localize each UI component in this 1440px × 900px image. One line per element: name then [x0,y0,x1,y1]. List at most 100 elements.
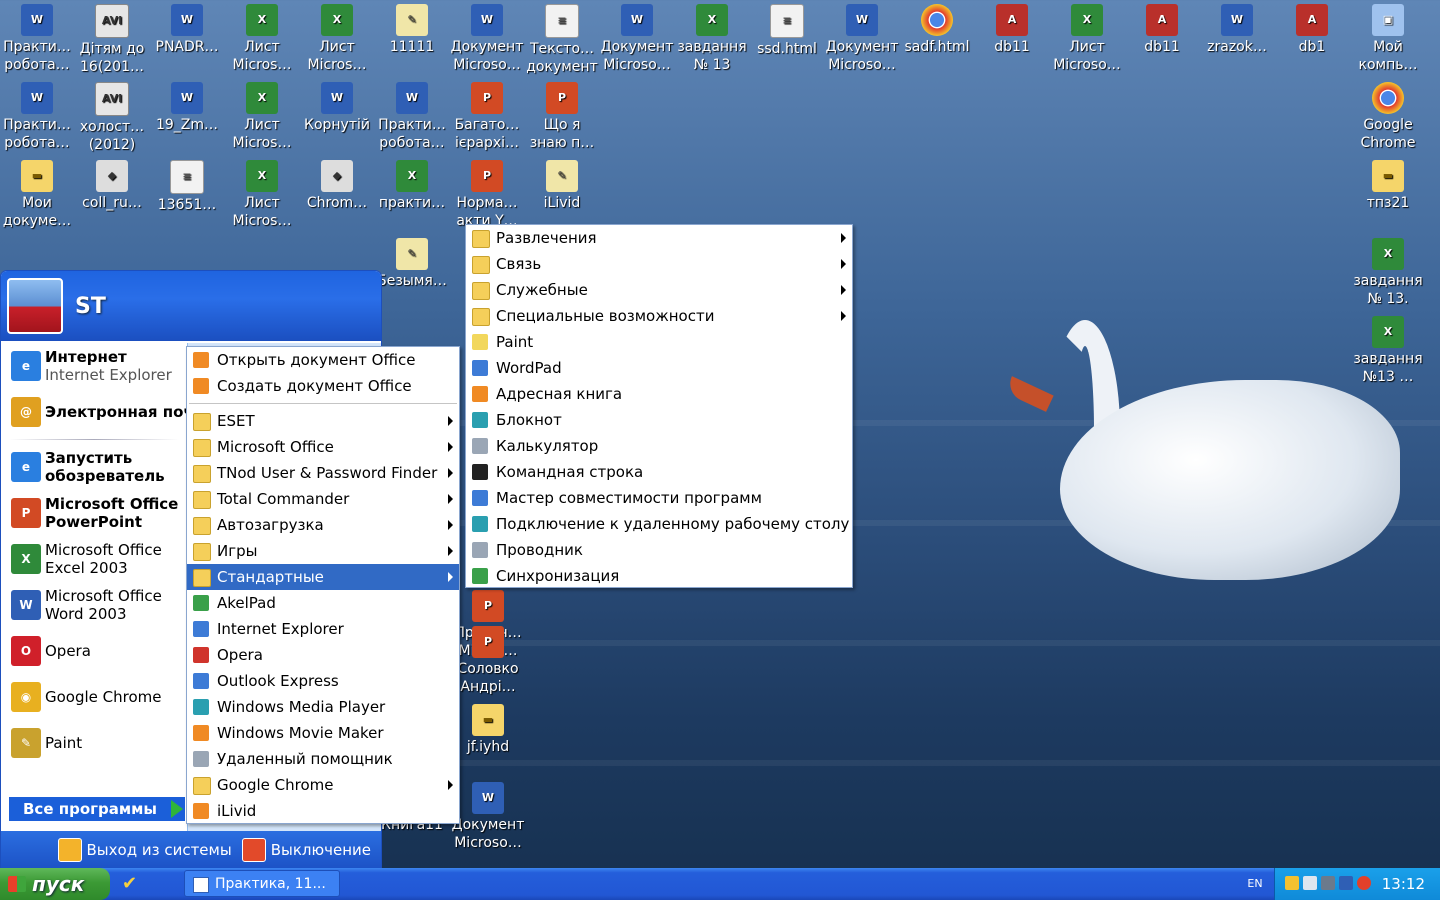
menu-item[interactable]: Блокнот [466,407,852,433]
desktop-icon[interactable]: ✎ 11111 [374,4,450,56]
desktop-icon[interactable]: P Норма… акти Y… [449,160,525,230]
menu-item[interactable]: Автозагрузка [187,512,459,538]
desktop-icon[interactable]: W Документ Microso… [824,4,900,74]
desktop-icon[interactable]: ▣ Мой компь… [1350,4,1426,74]
desktop-icon[interactable]: ✎ iLivid [524,160,600,212]
recent-program-item[interactable]: O Opera [1,628,187,674]
menu-item[interactable]: Командная строка [466,459,852,485]
desktop-icon[interactable]: ◆ Chrom… [299,160,375,212]
task-button-practice[interactable]: Практика, 11... [184,870,340,897]
alert-icon[interactable] [1357,876,1371,890]
all-programs-button[interactable]: Все программы [9,797,185,821]
menu-item[interactable]: Стандартные [187,564,459,590]
avi-file-icon: AVI [95,82,129,116]
menu-item[interactable]: Адресная книга [466,381,852,407]
desktop-icon[interactable]: ≡ ssd.html [749,4,825,58]
menu-item[interactable]: Opera [187,642,459,668]
volume-icon[interactable] [1303,876,1317,890]
desktop-icon[interactable]: ▬ jf.iyhd [450,704,526,756]
desktop-icon[interactable]: Adb1 [1274,4,1350,56]
pinned-item[interactable]: @ Электронная почта [1,389,213,435]
desktop-icon[interactable]: Adb11 [974,4,1050,56]
desktop-icon[interactable]: P Багато… ієрархі… [449,82,525,152]
menu-item[interactable]: AkelPad [187,590,459,616]
desktop-icon[interactable]: W Документ Microso… [449,4,525,74]
avatar[interactable] [7,278,63,334]
desktop-icon[interactable]: W Практи… робота… [0,82,75,152]
menu-item[interactable]: Windows Media Player [187,694,459,720]
desktop-icon[interactable]: X Лист Microso… [1049,4,1125,74]
desktop-icon[interactable]: W Документ Microso… [450,782,526,852]
desktop-icon[interactable]: W Практи… робота… [374,82,450,152]
menu-item[interactable]: Специальные возможности [466,303,852,329]
desktop-icon[interactable]: W Документ Microso… [599,4,675,74]
desktop-icon[interactable]: ◆ coll_ru… [74,160,150,212]
menu-item[interactable]: TNod User & Password Finder [187,460,459,486]
menu-item[interactable]: Служебные [466,277,852,303]
menu-item[interactable]: Microsoft Office [187,434,459,460]
menu-item[interactable]: Синхронизация [466,563,852,589]
menu-item[interactable]: Windows Movie Maker [187,720,459,746]
office-shortcut-item[interactable]: Создать документ Office [187,373,459,399]
desktop-icon[interactable]: AVI Дітям до 16(201… [74,4,150,76]
recent-program-item[interactable]: X Microsoft Office Excel 2003 [1,536,187,582]
pinned-item[interactable]: e Интернет Internet Explorer [1,343,187,389]
desktop-icon[interactable]: ▬ Мои докуме… [0,160,75,230]
desktop-icon[interactable]: Xпракти… [374,160,450,212]
desktop-icon[interactable]: ≡ 13651… [149,160,225,214]
menu-item[interactable]: WordPad [466,355,852,381]
logoff-button[interactable]: Выход из системы [57,838,232,862]
desktop-icon[interactable]: W Практи… робота… [0,4,75,74]
menu-item[interactable]: Paint [466,329,852,355]
desktop-icon[interactable]: ▬ тпз21 [1350,160,1426,212]
menu-item[interactable]: iLivid [187,798,459,824]
ilivid-tray-icon[interactable] [1285,876,1299,890]
menu-item[interactable]: Связь [466,251,852,277]
office-shortcut-item[interactable]: Открыть документ Office [187,347,459,373]
shutdown-button[interactable]: Выключение [241,838,371,862]
recent-program-item[interactable]: eЗапустить обозреватель … [1,444,187,490]
menu-item[interactable]: Подключение к удаленному рабочему столу [466,511,852,537]
desktop-icon[interactable]: Xзавдання № 13. [1350,238,1426,308]
desktop-icon[interactable]: Wzrazok… [1199,4,1275,56]
program-icon [193,595,209,611]
antivirus-icon[interactable] [1339,876,1353,890]
menu-item[interactable]: Internet Explorer [187,616,459,642]
menu-item[interactable]: Удаленный помощник [187,746,459,772]
ilivid-icon[interactable]: ✔ [122,874,142,894]
desktop-icon[interactable]: W PNADR… [149,4,225,56]
desktop-icon[interactable]: X Лист Micros… [299,4,375,74]
menu-item[interactable]: Google Chrome [187,772,459,798]
desktop-icon[interactable]: P Соловко Андрі… [450,626,526,696]
desktop-icon[interactable]: Adb11 [1124,4,1200,56]
desktop-icon[interactable]: P Що я знаю п… [524,82,600,152]
desktop-icon[interactable]: sadf.html [899,4,975,56]
recent-program-item[interactable]: ◉ Google Chrome [1,674,187,720]
desktop-icon[interactable]: ✎ Безымя… [374,238,450,290]
recent-program-item[interactable]: ✎ Paint [1,720,187,766]
desktop-icon[interactable]: W Корнутій [299,82,375,134]
desktop-icon[interactable]: ≡ Тексто… документ [524,4,600,76]
desktop-icon[interactable]: Google Chrome [1350,82,1426,152]
menu-item[interactable]: Мастер совместимости программ [466,485,852,511]
desktop-icon[interactable]: Xзавдання №13 … [1350,316,1426,386]
menu-item[interactable]: Проводник [466,537,852,563]
menu-item[interactable]: Калькулятор [466,433,852,459]
recent-program-item[interactable]: PMicrosoft Office PowerPoint 20… [1,490,187,536]
menu-item[interactable]: Игры [187,538,459,564]
desktop-icon[interactable]: W 19_Zm… [149,82,225,134]
menu-item[interactable]: Outlook Express [187,668,459,694]
menu-item[interactable]: Развлечения [466,225,852,251]
network-icon[interactable] [1321,876,1335,890]
desktop-icon[interactable]: X Лист Micros… [224,82,300,152]
desktop-icon-label: sadf.html [904,39,970,55]
menu-item[interactable]: ESET [187,408,459,434]
menu-item[interactable]: Total Commander [187,486,459,512]
desktop-icon[interactable]: Xзавдання № 13 [674,4,750,74]
desktop-icon[interactable]: AVI холост… (2012) [74,82,150,154]
language-indicator[interactable]: EN [1240,868,1270,900]
desktop-icon[interactable]: X Лист Micros… [224,160,300,230]
start-button[interactable]: пуск [0,868,110,900]
recent-program-item[interactable]: W Microsoft Office Word 2003 [1,582,187,628]
desktop-icon[interactable]: X Лист Micros… [224,4,300,74]
